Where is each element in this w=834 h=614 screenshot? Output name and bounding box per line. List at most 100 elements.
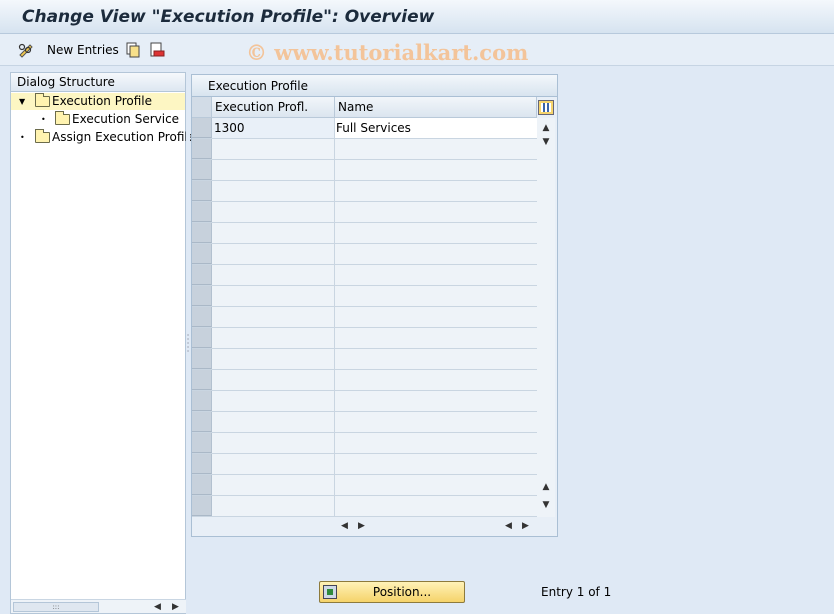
table-vertical-scrollbar[interactable]: ▲ ▼ ▲ ▼ [537,118,555,517]
cell-execution-profile[interactable] [212,349,335,369]
table-row[interactable] [192,244,537,265]
scroll-down-bottom-icon[interactable]: ▼ [537,498,555,512]
tree-item-assign-execution-profile[interactable]: • Assign Execution Profile [11,129,195,146]
column-header-execution-profile[interactable]: Execution Profl. [212,97,335,118]
select-all-button[interactable] [192,97,212,118]
position-button[interactable]: Position... [319,581,465,603]
cell-name[interactable] [335,223,537,243]
left-horizontal-scrollbar[interactable]: ::: ◀ ▶ [11,599,187,613]
row-selector[interactable] [192,265,212,285]
table-row[interactable] [192,307,537,328]
row-selector[interactable] [192,223,212,243]
new-entries-button[interactable]: New Entries [47,43,119,57]
row-selector[interactable] [192,118,212,138]
cell-execution-profile[interactable] [212,160,335,180]
cell-execution-profile[interactable] [212,244,335,264]
cell-name[interactable] [335,328,537,348]
scroll-right-end-icon[interactable]: ▶ [522,519,529,533]
scroll-up-icon[interactable]: ▲ [537,121,555,135]
cell-execution-profile[interactable] [212,307,335,327]
cell-execution-profile[interactable] [212,328,335,348]
row-selector[interactable] [192,181,212,201]
scroll-left-end-icon[interactable]: ◀ [505,519,512,533]
cell-name[interactable] [335,412,537,432]
cell-execution-profile[interactable]: 1300 [212,118,335,138]
cell-execution-profile[interactable] [212,391,335,411]
row-selector[interactable] [192,454,212,474]
tree-item-execution-service[interactable]: • Execution Service [11,111,185,128]
table-row[interactable] [192,454,537,475]
table-row[interactable] [192,223,537,244]
row-selector[interactable] [192,202,212,222]
cell-name[interactable] [335,286,537,306]
cell-name[interactable] [335,475,537,495]
column-header-name[interactable]: Name [335,97,537,118]
row-selector[interactable] [192,475,212,495]
cell-name[interactable] [335,265,537,285]
cell-name[interactable] [335,181,537,201]
row-selector[interactable] [192,349,212,369]
row-selector[interactable] [192,433,212,453]
row-selector[interactable] [192,370,212,390]
row-selector[interactable] [192,307,212,327]
cell-execution-profile[interactable] [212,475,335,495]
cell-name[interactable] [335,307,537,327]
row-selector[interactable] [192,328,212,348]
table-row[interactable] [192,433,537,454]
cell-execution-profile[interactable] [212,412,335,432]
scrollbar-thumb[interactable]: ::: [13,602,99,612]
expanded-triangle-icon[interactable]: ▼ [19,93,25,110]
row-selector[interactable] [192,160,212,180]
row-selector[interactable] [192,496,212,516]
row-selector[interactable] [192,244,212,264]
table-row[interactable] [192,328,537,349]
table-settings-icon[interactable] [538,100,554,115]
delete-icon[interactable] [148,41,166,59]
cell-name[interactable] [335,370,537,390]
cell-name[interactable] [335,202,537,222]
cell-execution-profile[interactable] [212,139,335,159]
cell-execution-profile[interactable] [212,286,335,306]
tree-item-execution-profile[interactable]: ▼ Execution Profile [11,93,185,110]
table-row[interactable] [192,139,537,160]
cell-name[interactable]: Full Services [335,118,537,138]
cell-execution-profile[interactable] [212,496,335,516]
table-row[interactable] [192,286,537,307]
table-row[interactable] [192,391,537,412]
cell-execution-profile[interactable] [212,265,335,285]
cell-name[interactable] [335,433,537,453]
cell-execution-profile[interactable] [212,454,335,474]
cell-execution-profile[interactable] [212,181,335,201]
table-row[interactable] [192,496,537,517]
cell-execution-profile[interactable] [212,370,335,390]
table-row[interactable] [192,349,537,370]
table-row[interactable] [192,370,537,391]
table-row[interactable] [192,160,537,181]
table-row[interactable] [192,412,537,433]
table-row[interactable]: 1300 Full Services [192,118,537,139]
panel-splitter[interactable]: · · · · · [186,72,190,614]
glasses-pencil-icon[interactable] [17,41,35,59]
scroll-up-bottom-icon[interactable]: ▲ [537,480,555,494]
cell-execution-profile[interactable] [212,202,335,222]
cell-execution-profile[interactable] [212,433,335,453]
scroll-left-icon[interactable]: ◀ [154,600,161,614]
scroll-left-icon[interactable]: ◀ [341,519,348,533]
cell-name[interactable] [335,391,537,411]
row-selector[interactable] [192,286,212,306]
cell-name[interactable] [335,139,537,159]
table-row[interactable] [192,265,537,286]
cell-name[interactable] [335,349,537,369]
cell-name[interactable] [335,244,537,264]
scroll-right-icon[interactable]: ▶ [172,600,179,614]
row-selector[interactable] [192,391,212,411]
table-row[interactable] [192,202,537,223]
cell-name[interactable] [335,496,537,516]
row-selector[interactable] [192,412,212,432]
copy-icon[interactable] [124,41,142,59]
table-horizontal-scrollbar[interactable]: ◀ ▶ ◀ ▶ [192,517,557,535]
cell-name[interactable] [335,454,537,474]
row-selector[interactable] [192,139,212,159]
cell-execution-profile[interactable] [212,223,335,243]
table-row[interactable] [192,181,537,202]
